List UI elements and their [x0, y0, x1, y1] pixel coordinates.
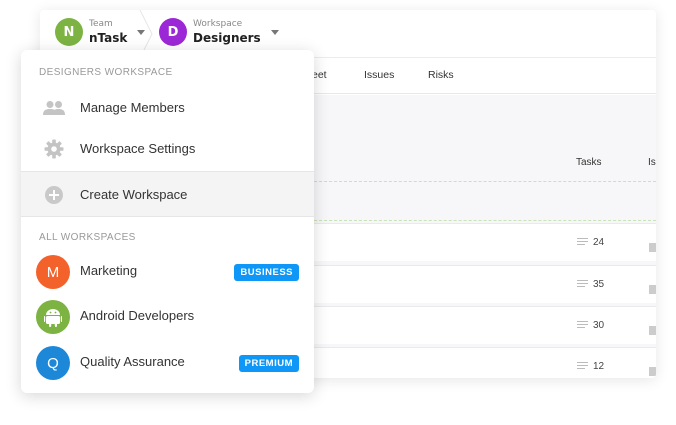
plan-badge: PREMIUM — [238, 355, 299, 372]
workspace-avatar: D — [159, 18, 187, 46]
team-avatar: N — [55, 18, 83, 46]
gear-icon — [41, 136, 67, 162]
workspace-sub-label: Workspace — [193, 19, 243, 29]
all-workspaces-heading: ALL WORKSPACES — [39, 232, 136, 243]
tab-issues[interactable]: Issues — [364, 69, 394, 81]
tasks-icon — [577, 321, 588, 330]
team-logo-icon: N — [63, 24, 75, 40]
workspace-selector[interactable]: D Workspace Designers — [159, 18, 279, 46]
workspace-name: Designers — [193, 31, 261, 45]
row-tasks-count: 30 — [593, 320, 605, 331]
team-name: nTask — [89, 31, 128, 45]
column-header-tasks: Tasks — [576, 157, 602, 168]
plus-circle-icon — [41, 182, 67, 208]
issues-icon — [649, 320, 656, 335]
team-sub-label: Team — [89, 19, 113, 29]
workspace-avatar-letter: M — [46, 263, 60, 281]
tasks-icon — [577, 362, 588, 371]
issues-icon — [649, 237, 656, 252]
tab-risks[interactable]: Risks — [428, 69, 454, 81]
people-icon — [41, 95, 67, 121]
row-tasks-count: 12 — [593, 361, 605, 372]
workspace-item-quality-assurance[interactable]: Q Quality Assurance PREMIUM — [21, 343, 314, 383]
workspace-item-android-developers[interactable]: Android Developers — [21, 297, 314, 337]
current-workspace-heading: DESIGNERS WORKSPACE — [39, 67, 173, 78]
workspace-avatar: M — [36, 255, 70, 289]
chevron-down-icon[interactable] — [270, 29, 279, 35]
team-selector[interactable]: N Team nTask — [55, 18, 146, 46]
workspace-avatar-letter: D — [167, 24, 179, 40]
issues-icon — [649, 279, 656, 294]
column-header-issues: Is — [648, 157, 656, 168]
workspace-dropdown: DESIGNERS WORKSPACE Manage Members Works… — [21, 50, 314, 393]
workspace-avatar: Q — [36, 346, 70, 380]
manage-members-item[interactable]: Manage Members — [21, 90, 314, 126]
create-workspace-item[interactable]: Create Workspace — [21, 171, 314, 217]
row-tasks-count: 35 — [593, 279, 605, 290]
manage-members-label: Manage Members — [80, 100, 185, 115]
workspace-name: Marketing — [80, 263, 138, 278]
issues-icon — [649, 361, 656, 376]
tasks-icon — [577, 238, 588, 247]
workspace-name: Quality Assurance — [80, 354, 185, 369]
tab-timesheet[interactable]: eet — [312, 69, 327, 81]
workspace-item-marketing[interactable]: M Marketing BUSINESS — [21, 252, 314, 292]
workspace-avatar-letter: Q — [47, 354, 59, 372]
create-workspace-label: Create Workspace — [80, 187, 188, 202]
row-tasks-count: 24 — [593, 237, 605, 248]
tasks-icon — [577, 280, 588, 289]
workspace-name: Android Developers — [80, 308, 195, 323]
android-icon — [36, 300, 70, 334]
workspace-settings-label: Workspace Settings — [80, 141, 196, 156]
plan-badge: BUSINESS — [234, 264, 299, 281]
workspace-settings-item[interactable]: Workspace Settings — [21, 131, 314, 167]
